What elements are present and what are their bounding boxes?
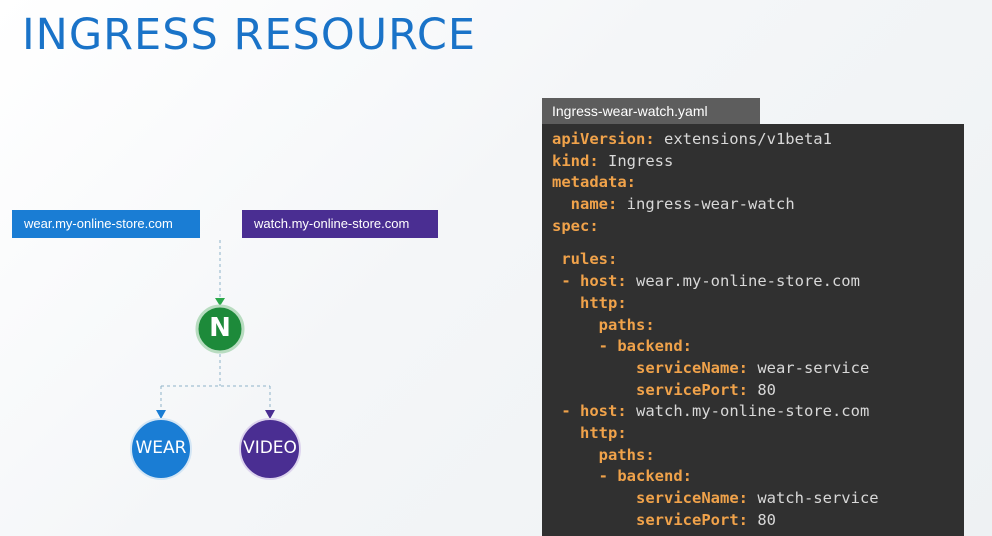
- code-gap: [552, 237, 964, 249]
- code-line: servicePort: 80: [552, 380, 964, 402]
- code-key: kind:: [552, 151, 599, 170]
- code-line: paths:: [552, 315, 964, 337]
- code-line: serviceName: watch-service: [552, 488, 964, 510]
- code-key: host:: [580, 402, 627, 421]
- code-line: apiVersion: extensions/v1beta1: [552, 129, 964, 151]
- code-key: rules:: [561, 250, 618, 269]
- code-line: kind: Ingress: [552, 151, 964, 173]
- code-value: extensions/v1beta1: [654, 130, 832, 148]
- code-key: spec:: [552, 216, 599, 235]
- code-indent: -: [552, 337, 618, 356]
- video-node-label: VIDEO: [243, 438, 297, 458]
- yaml-file-tab: Ingress-wear-watch.yaml: [542, 98, 760, 124]
- code-key: servicePort:: [636, 380, 748, 399]
- code-line: - host: wear.my-online-store.com: [552, 271, 964, 293]
- code-key: http:: [580, 293, 627, 312]
- code-key: http:: [580, 423, 627, 442]
- video-arrow: [265, 410, 275, 419]
- code-line: spec:: [552, 216, 964, 238]
- code-key: apiVersion:: [552, 130, 655, 148]
- code-value: watch-service: [747, 489, 879, 507]
- code-value: Ingress: [598, 151, 674, 170]
- code-line: paths:: [552, 445, 964, 467]
- code-line: - host: watch.my-online-store.com: [552, 401, 964, 423]
- code-line: http:: [552, 293, 964, 315]
- wear-node-label: WEAR: [135, 438, 187, 458]
- code-key: serviceName:: [636, 358, 748, 377]
- code-indent: -: [552, 467, 618, 486]
- code-value: ingress-wear-watch: [617, 195, 795, 214]
- wear-arrow: [156, 410, 166, 419]
- code-value: wear.my-online-store.com: [626, 272, 860, 291]
- code-line: servicePort: 80: [552, 510, 964, 532]
- code-line: name: ingress-wear-watch: [552, 194, 964, 216]
- code-line: metadata:: [552, 172, 964, 194]
- code-value: 80: [747, 510, 776, 529]
- code-key: host:: [580, 272, 627, 291]
- code-key: metadata:: [552, 173, 636, 192]
- code-line: - backend:: [552, 336, 964, 358]
- code-line: - backend:: [552, 466, 964, 488]
- yaml-code-panel: apiVersion: extensions/v1beta1 kind: Ingr…: [542, 124, 964, 536]
- code-key: backend:: [617, 467, 692, 486]
- code-line: serviceName: wear-service: [552, 358, 964, 380]
- code-indent: -: [552, 402, 580, 421]
- code-key: name:: [570, 195, 618, 214]
- code-key: serviceName:: [636, 489, 748, 507]
- code-line: http:: [552, 423, 964, 445]
- code-key: servicePort:: [636, 510, 748, 529]
- code-key: paths:: [598, 445, 655, 464]
- code-line: rules:: [552, 249, 964, 271]
- code-key: paths:: [598, 315, 655, 334]
- code-value: 80: [747, 380, 776, 399]
- ingress-node-label: N: [209, 313, 231, 343]
- code-value: wear-service: [747, 358, 870, 377]
- code-key: backend:: [617, 337, 692, 356]
- code-value: watch.my-online-store.com: [626, 402, 870, 421]
- code-indent: -: [552, 272, 580, 291]
